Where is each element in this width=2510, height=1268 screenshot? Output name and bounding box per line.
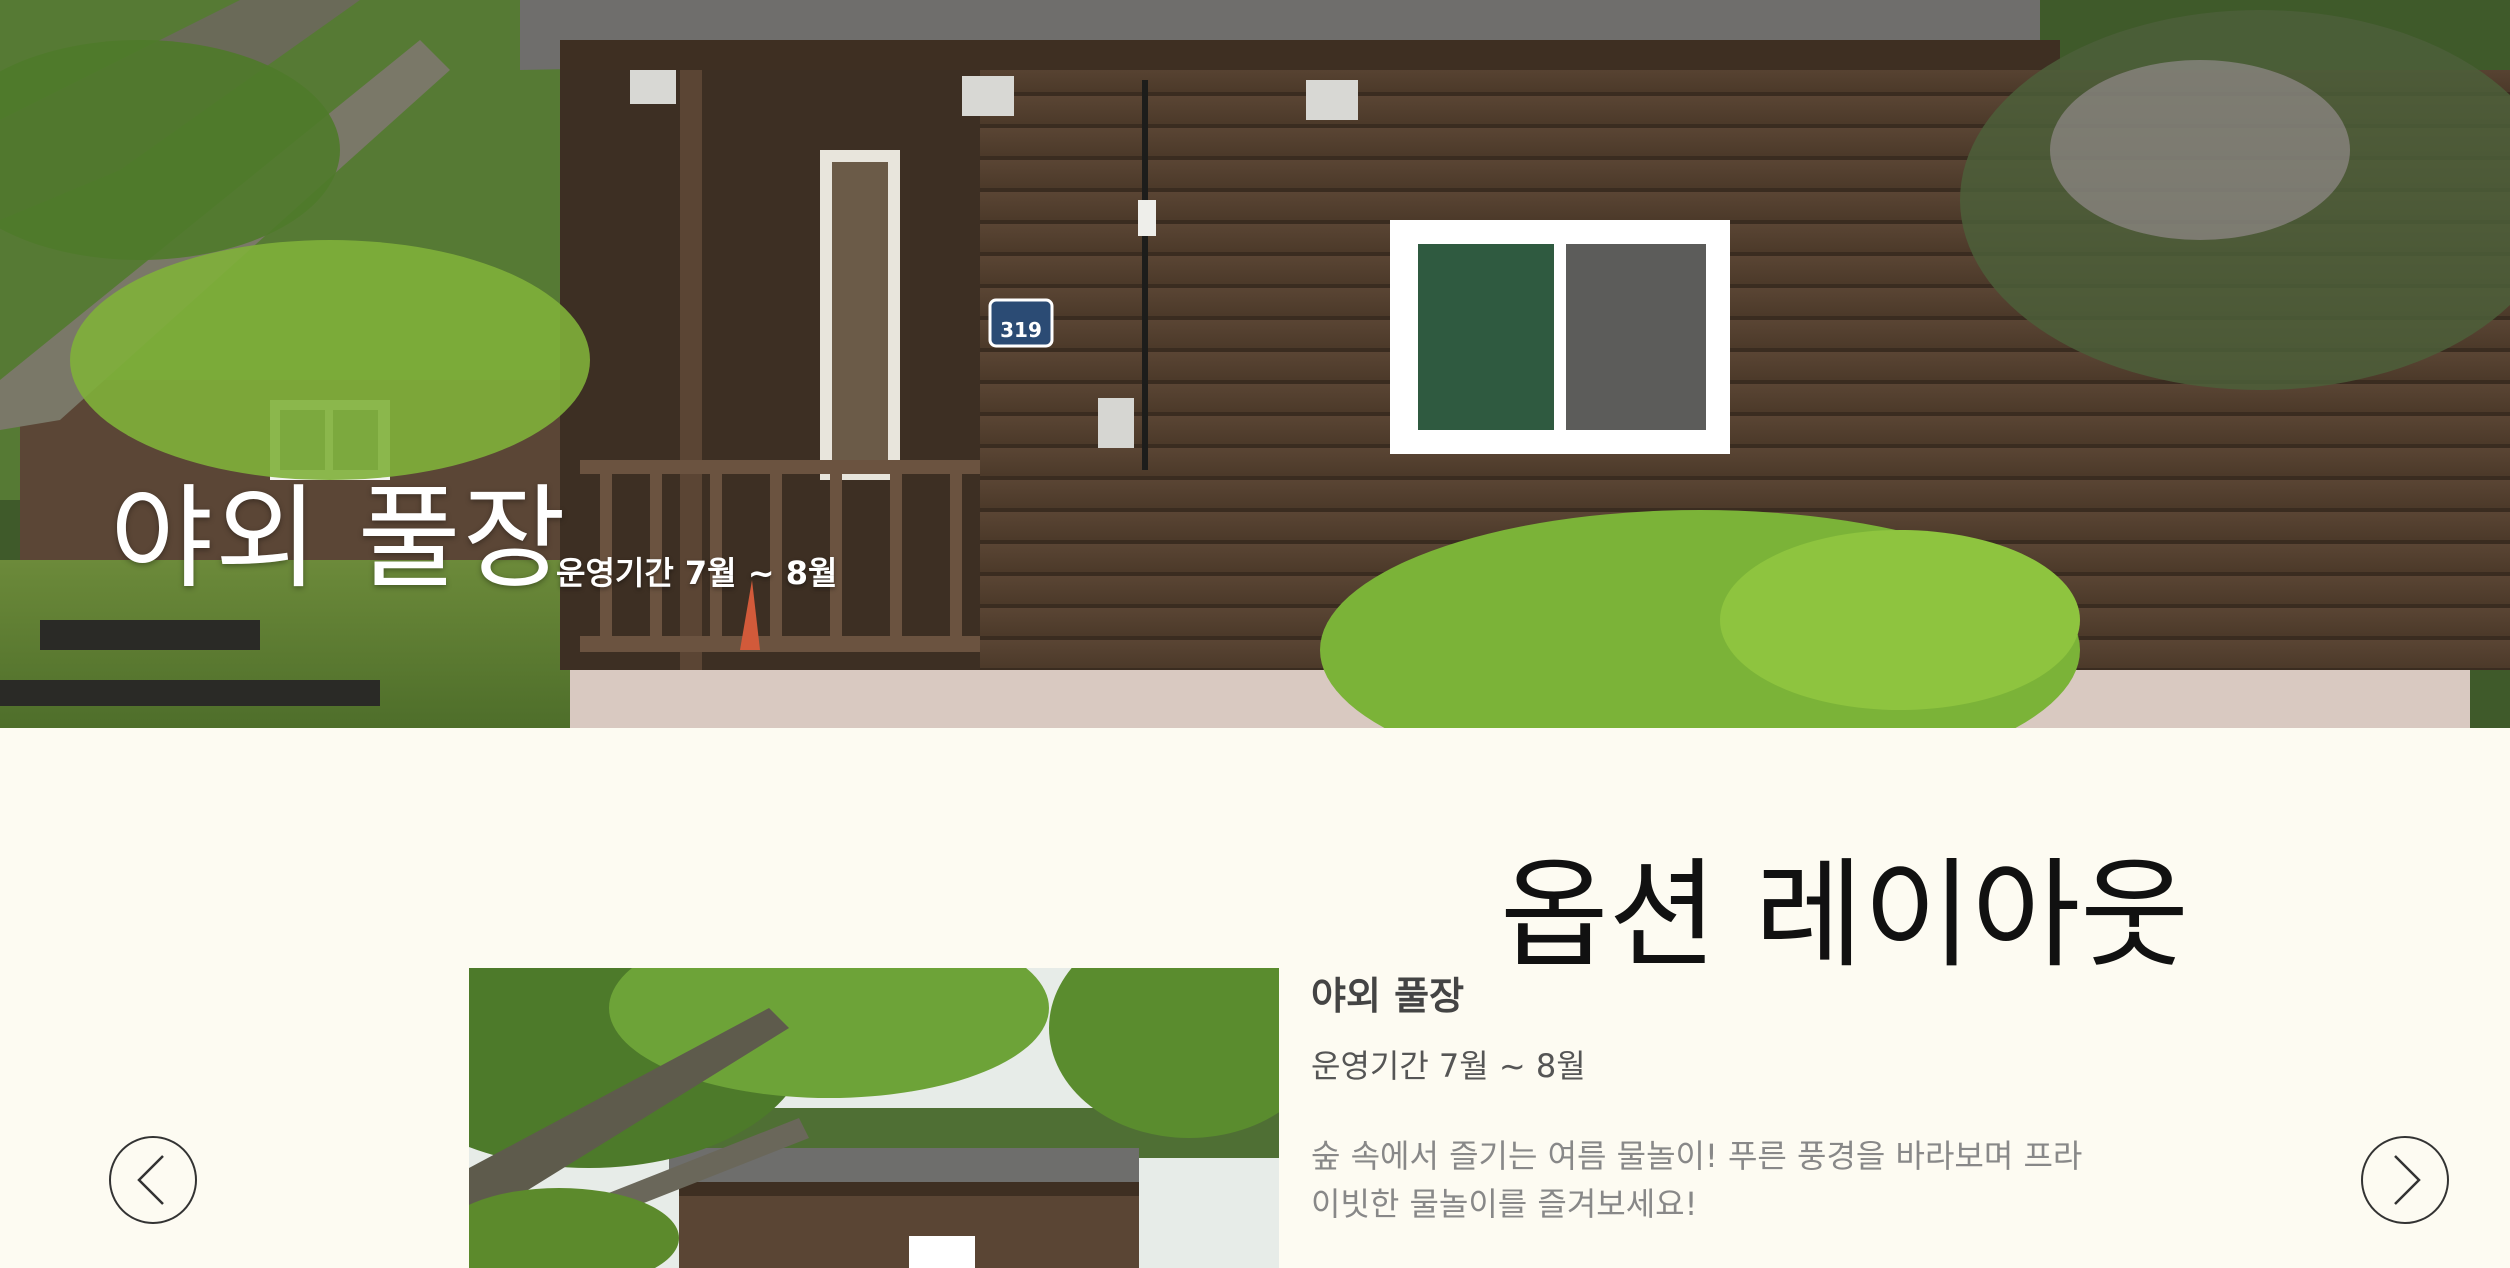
prev-button[interactable] — [109, 1136, 197, 1224]
option-image — [469, 968, 1279, 1268]
cabin-number-plate: 319 — [1000, 318, 1042, 342]
next-button[interactable] — [2361, 1136, 2449, 1224]
hero-title: 야외 풀장 — [110, 474, 568, 604]
section-title: 옵션 레이아웃 — [1500, 846, 2189, 984]
hero-subtitle: 운영기간 7월 ~ 8월 — [556, 554, 838, 592]
chevron-right-icon — [2394, 1155, 2421, 1205]
hero-banner: 319 야외 풀장 운영기간 7월 ~ 8월 — [0, 0, 2510, 728]
option-description: 숲 속에서 즐기는 여름 물놀이! 푸른 풍경을 바라보며 프라이빗한 물놀이를… — [1311, 1137, 2083, 1223]
chevron-left-icon — [137, 1155, 164, 1205]
option-name: 야외 풀장 — [1311, 974, 1465, 1018]
option-period: 운영기간 7월 ~ 8월 — [1311, 1047, 1586, 1085]
option-info: 야외 풀장 운영기간 7월 ~ 8월 숲 속에서 즐기는 여름 물놀이! 푸른 … — [1311, 968, 2091, 1228]
hero-image: 319 — [0, 0, 2510, 728]
